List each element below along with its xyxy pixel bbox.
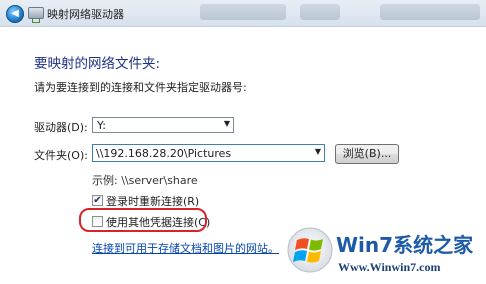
chevron-down-icon[interactable]: ▼ [315, 147, 321, 156]
window-title: 映射网络驱动器 [47, 8, 124, 21]
storage-website-link[interactable]: 连接到可用于存储文档和图片的网站。 [92, 240, 279, 256]
instruction-text: 请为要连接到的连接和文件夹指定驱动器号: [34, 81, 247, 94]
back-arrow-icon[interactable]: ◀ [6, 5, 24, 23]
browse-button[interactable]: 浏览(B)... [335, 144, 399, 164]
blurred-background-area [300, 4, 340, 20]
blurred-background-area [380, 4, 480, 20]
dialog-heading: 要映射的网络文件夹: [34, 56, 161, 72]
drive-select-value: Y: [97, 119, 106, 132]
network-drive-icon [28, 7, 44, 23]
folder-input[interactable]: \\192.168.28.20\Pictures ▼ [92, 144, 325, 162]
reconnect-label[interactable]: 登录时重新连接(R) [106, 193, 199, 209]
red-highlight-outline [79, 208, 207, 232]
folder-input-value: \\192.168.28.20\Pictures [96, 147, 232, 160]
title-bar: ◀ 映射网络驱动器 [0, 0, 486, 27]
drive-label: 驱动器(D): [34, 121, 88, 134]
folder-label: 文件夹(O): [34, 149, 88, 162]
windows-logo-icon [287, 227, 333, 273]
reconnect-checkbox[interactable]: ✔ [92, 195, 103, 206]
blurred-background-area [200, 4, 286, 20]
example-text: 示例: \\server\share [92, 174, 198, 187]
chevron-down-icon: ▼ [223, 119, 230, 128]
watermark: Win7系统之家 Www.Winwin7.com [286, 226, 484, 282]
watermark-url: Www.Winwin7.com [338, 260, 441, 274]
drive-select[interactable]: Y: ▼ [92, 117, 234, 133]
watermark-brand: Win7系统之家 [336, 233, 474, 257]
